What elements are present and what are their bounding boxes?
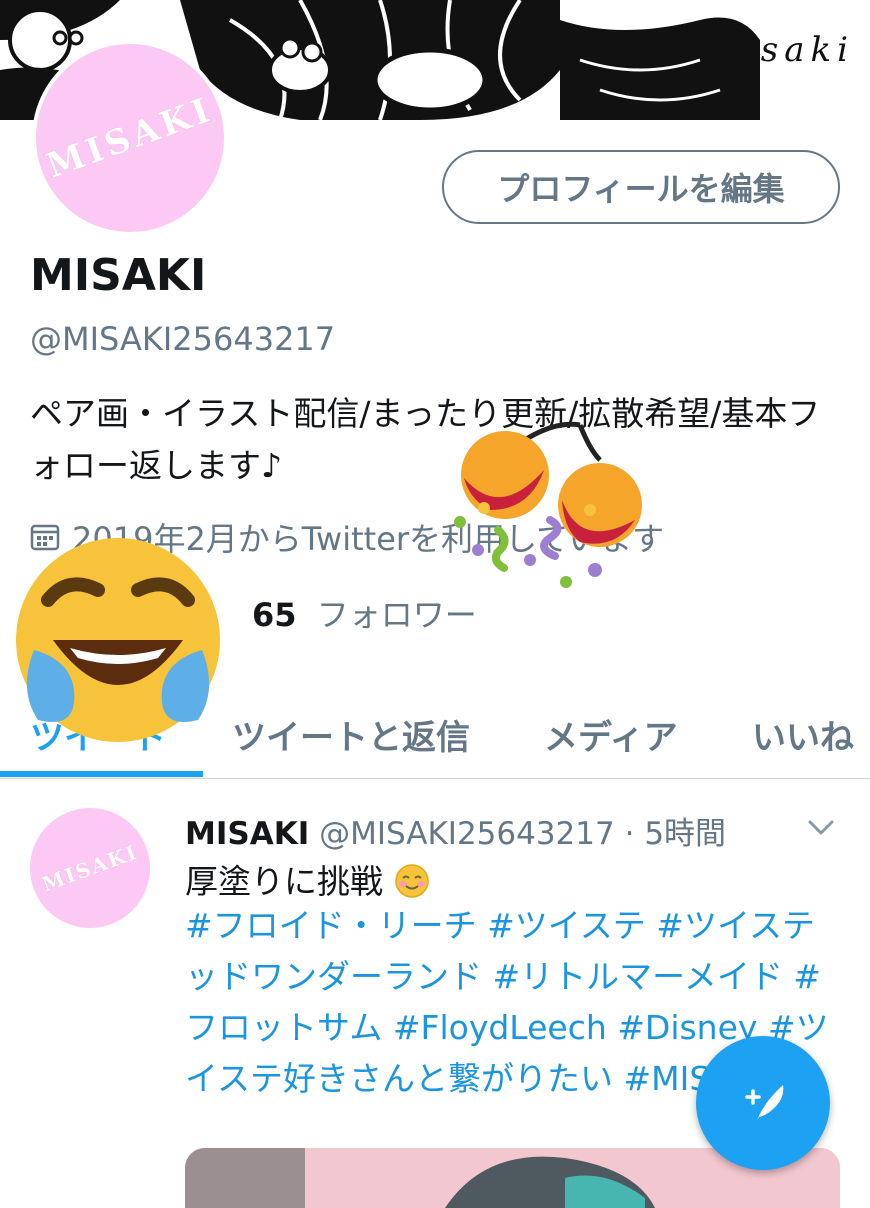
tweet-author-handle[interactable]: @MISAKI25643217 [319,816,615,852]
tears-of-joy-emoji [16,538,220,742]
chevron-down-icon[interactable] [806,816,836,840]
avatar-logo-text: MISAKI [41,89,219,187]
compose-tweet-button[interactable] [696,1036,830,1170]
smiling-face-icon [394,864,429,898]
followers-count: 65 [252,596,297,634]
active-tab-indicator [0,771,203,777]
profile-name: MISAKI [30,250,207,301]
banner-signature: Misaki [703,30,854,70]
party-popper-emoji [454,421,642,588]
tweet-separator: · [624,816,635,852]
profile-handle: @MISAKI25643217 [30,320,336,358]
tweet-text: 厚塗りに挑戦 [185,862,383,901]
followers-label: フォロワー [316,596,477,634]
tab-media[interactable]: メディア [544,690,678,778]
followers-link[interactable]: 65 フォロワー [252,590,477,636]
compose-tweet-icon [745,1085,784,1121]
edit-profile-button[interactable]: プロフィールを編集 [442,150,840,224]
profile-avatar[interactable]: MISAKI [32,40,228,236]
tab-likes[interactable]: いいね [752,690,854,778]
tweet-header: MISAKI @MISAKI25643217 · 5時間 [185,808,726,853]
tweet-avatar-logo-text: MISAKI [38,839,142,897]
tweet-author-name[interactable]: MISAKI [185,816,309,852]
tab-tweets-replies[interactable]: ツイートと返信 [232,690,470,778]
tweet-time[interactable]: 5時間 [644,816,726,852]
tweet-avatar[interactable]: MISAKI [30,808,150,928]
